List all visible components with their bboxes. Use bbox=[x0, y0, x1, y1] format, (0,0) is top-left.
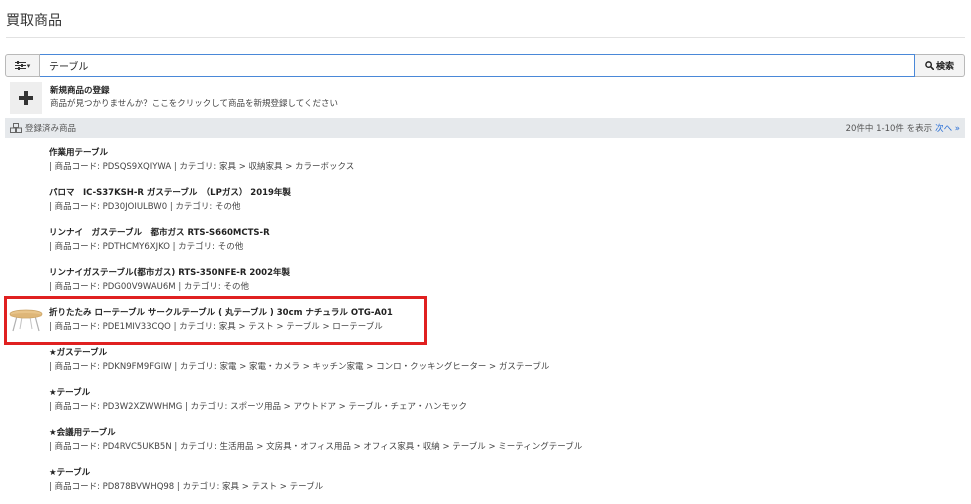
item-meta: | 商品コード: PD878BVWHQ98 | カテゴリ: 家具 > テスト >… bbox=[49, 482, 324, 492]
item-title: 作業用テーブル bbox=[49, 148, 108, 158]
search-button[interactable]: 検索 bbox=[915, 54, 965, 77]
filter-button[interactable]: ▾ bbox=[5, 54, 40, 77]
item-title: リンナイ ガステーブル 都市ガス RTS-S660MCTS-R bbox=[49, 228, 270, 238]
plus-icon bbox=[10, 81, 42, 114]
item-meta: | 商品コード: PD30JOIULBW0 | カテゴリ: その他 bbox=[49, 202, 241, 212]
new-product-register[interactable]: 新規商品の登録 商品が見つかりませんか？ここをクリックして商品を新規登録してくだ… bbox=[5, 78, 965, 117]
search-icon bbox=[925, 61, 934, 70]
result-count: 20件中 1-10件 を表示 bbox=[845, 124, 933, 134]
cubes-icon bbox=[10, 123, 22, 133]
list-item[interactable]: 折りたたみ ローテーブル サークルテーブル ( 丸テーブル ) 30cm ナチュ… bbox=[5, 299, 965, 339]
search-bar: ▾ 検索 bbox=[5, 54, 965, 77]
search-input[interactable] bbox=[40, 54, 915, 77]
product-list: 作業用テーブル | 商品コード: PDSQS9XQIYWA | カテゴリ: 家具… bbox=[5, 139, 965, 499]
item-meta: | 商品コード: PDE1MIV33CQO | カテゴリ: 家具 > テスト >… bbox=[49, 322, 383, 332]
new-product-title: 新規商品の登録 bbox=[50, 85, 110, 96]
registered-label: 登録済み商品 bbox=[25, 124, 77, 134]
title-divider bbox=[6, 37, 965, 38]
item-meta: | 商品コード: PD3W2XZWWHMG | カテゴリ: スポーツ用品 > ア… bbox=[49, 402, 467, 412]
chevron-down-icon: ▾ bbox=[26, 61, 31, 70]
item-title: リンナイガステーブル(都市ガス) RTS-350NFE-R 2002年製 bbox=[49, 268, 290, 278]
list-item[interactable]: ★テーブル | 商品コード: PD878BVWHQ98 | カテゴリ: 家具 >… bbox=[5, 459, 965, 499]
item-meta: | 商品コード: PDSQS9XQIYWA | カテゴリ: 家具 > 収納家具 … bbox=[49, 162, 355, 172]
list-item[interactable]: パロマ IC-S37KSH-R ガステーブル （LPガス） 2019年製 | 商… bbox=[5, 179, 965, 219]
page-title: 買取商品 bbox=[6, 13, 62, 29]
list-item[interactable]: リンナイ ガステーブル 都市ガス RTS-S660MCTS-R | 商品コード:… bbox=[5, 219, 965, 259]
next-page-link[interactable]: 次へ » bbox=[935, 122, 960, 134]
item-title: ★テーブル bbox=[49, 388, 91, 398]
list-item[interactable]: 作業用テーブル | 商品コード: PDSQS9XQIYWA | カテゴリ: 家具… bbox=[5, 139, 965, 179]
list-item[interactable]: ★会議用テーブル | 商品コード: PD4RVC5UKB5N | カテゴリ: 生… bbox=[5, 419, 965, 459]
list-item[interactable]: ★テーブル | 商品コード: PD3W2XZWWHMG | カテゴリ: スポーツ… bbox=[5, 379, 965, 419]
search-button-label: 検索 bbox=[935, 62, 954, 72]
item-title: ★テーブル bbox=[49, 468, 91, 478]
new-product-subtitle: 商品が見つかりませんか？ここをクリックして商品を新規登録してください bbox=[50, 98, 338, 109]
sliders-icon bbox=[14, 61, 26, 70]
item-meta: | 商品コード: PDG00V9WAU6M | カテゴリ: その他 bbox=[49, 282, 249, 292]
item-title: ★ガステーブル bbox=[49, 348, 108, 358]
list-item[interactable]: リンナイガステーブル(都市ガス) RTS-350NFE-R 2002年製 | 商… bbox=[5, 259, 965, 299]
registered-products-header: 登録済み商品 20件中 1-10件 を表示 次へ » bbox=[5, 118, 965, 138]
list-item[interactable]: ★ガステーブル | 商品コード: PDKN9FM9FGIW | カテゴリ: 家電… bbox=[5, 339, 965, 379]
item-title: ★会議用テーブル bbox=[49, 428, 116, 438]
item-meta: | 商品コード: PDTHCMY6XJKO | カテゴリ: その他 bbox=[49, 242, 244, 252]
item-title: 折りたたみ ローテーブル サークルテーブル ( 丸テーブル ) 30cm ナチュ… bbox=[49, 308, 393, 318]
item-meta: | 商品コード: PD4RVC5UKB5N | カテゴリ: 生活用品 > 文房具… bbox=[49, 442, 583, 452]
item-title: パロマ IC-S37KSH-R ガステーブル （LPガス） 2019年製 bbox=[49, 188, 291, 198]
round-table-thumbnail bbox=[9, 309, 43, 332]
item-meta: | 商品コード: PDKN9FM9FGIW | カテゴリ: 家電 > 家電・カメ… bbox=[49, 362, 550, 372]
